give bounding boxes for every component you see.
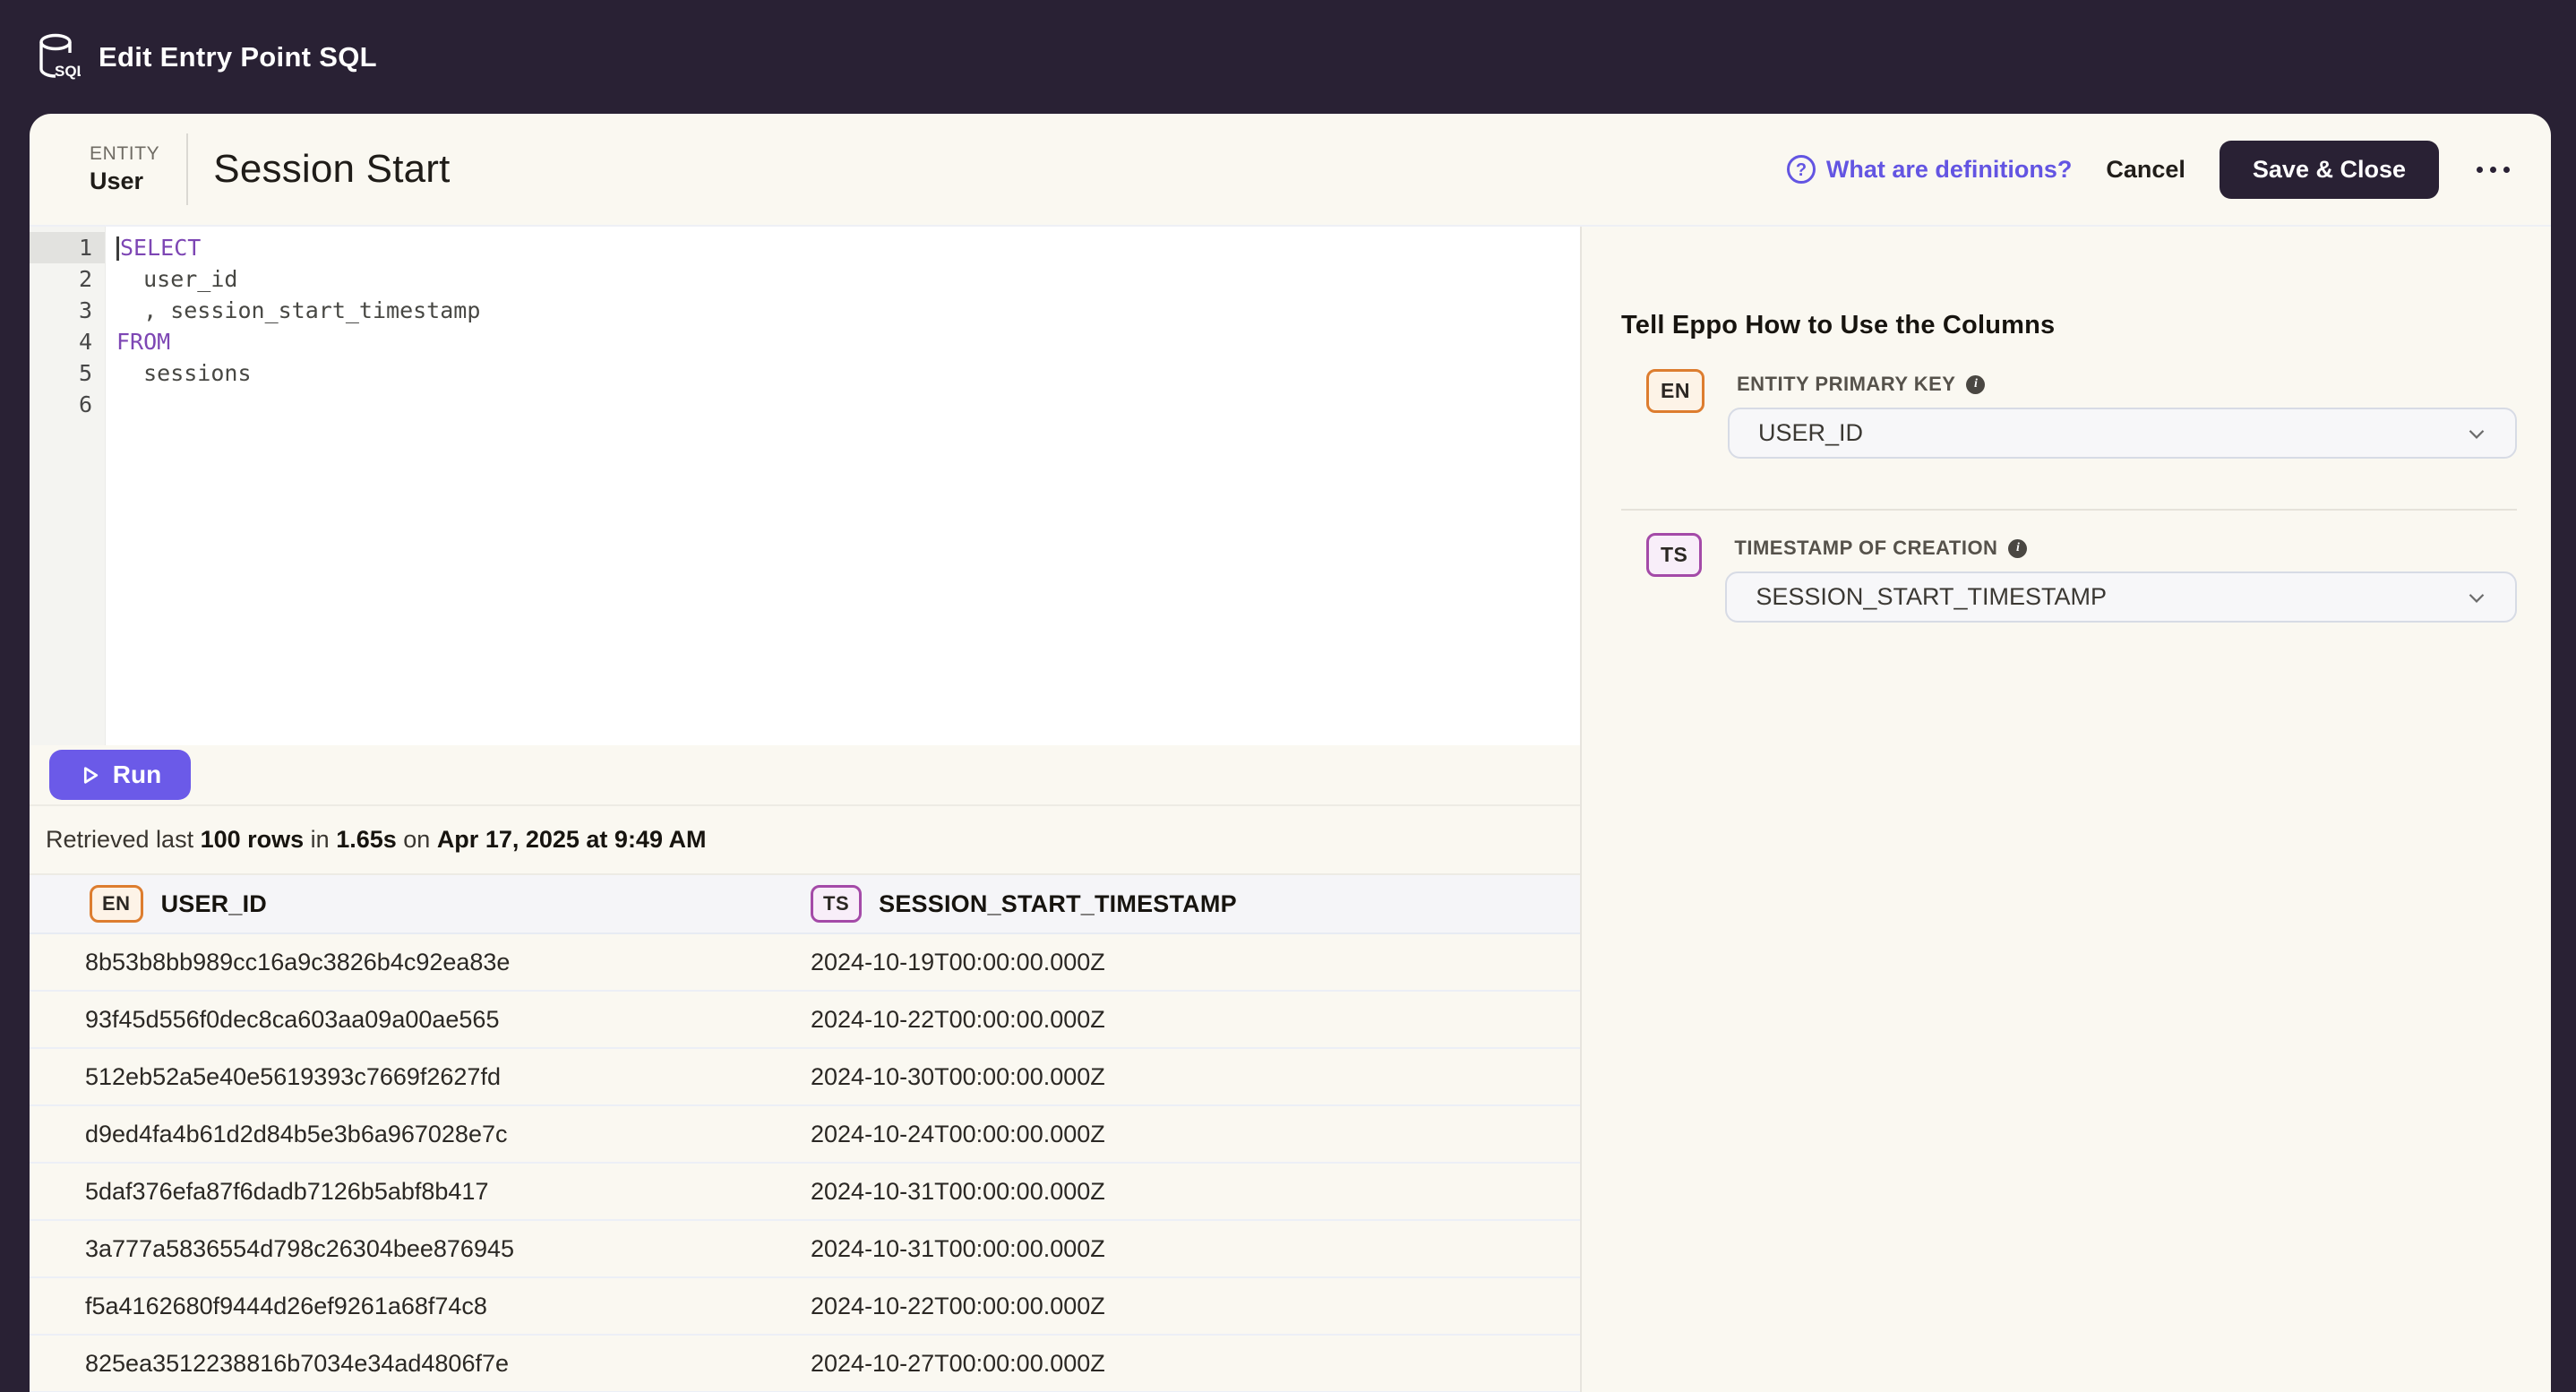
help-link-label: What are definitions? [1826,156,2073,184]
table-row[interactable]: 93f45d556f0dec8ca603aa09a00ae565 2024-10-… [30,992,1580,1049]
column-label: USER_ID [161,890,267,918]
timestamp-cell: 2024-10-31T00:00:00.000Z [811,1178,1105,1206]
user-id-cell: 93f45d556f0dec8ca603aa09a00ae565 [85,1006,499,1034]
page: SQL Edit Entry Point SQL ENTITY User Ses… [0,0,2576,1392]
header-divider [186,133,188,205]
editor-code[interactable]: SELECT user_id , session_start_timestamp… [106,227,1580,745]
user-id-cell: f5a4162680f9444d26ef9261a68f74c8 [85,1293,487,1320]
run-toolbar: Run [30,745,1580,806]
column-header-user-id[interactable]: EN USER_ID [30,885,267,923]
timestamp-cell: 2024-10-22T00:00:00.000Z [811,1006,1105,1034]
save-close-button[interactable]: Save & Close [2220,141,2439,199]
field-label: ENTITY PRIMARY KEY [1737,373,1956,396]
what-are-definitions-link[interactable]: ? What are definitions? [1786,154,2073,185]
user-id-cell: 825ea3512238816b7034e34ad4806f7e [85,1350,509,1378]
field-label: TIMESTAMP OF CREATION [1734,537,1997,560]
timestamp-cell: 2024-10-22T00:00:00.000Z [811,1293,1105,1320]
sql-database-icon: SQL [34,32,81,82]
user-id-cell: 512eb52a5e40e5619393c7669f2627fd [85,1063,501,1091]
query-status-bar: Retrieved last 100 rows in 1.65s on Apr … [30,806,1580,875]
table-row[interactable]: f5a4162680f9444d26ef9261a68f74c8 2024-10-… [30,1278,1580,1336]
sql-section: 123456 SELECT user_id , session_start_ti… [30,227,1582,1392]
table-row[interactable]: 512eb52a5e40e5619393c7669f2627fd 2024-10-… [30,1049,1580,1106]
timestamp-cell: 2024-10-30T00:00:00.000Z [811,1063,1105,1091]
timestamp-type-badge: TS [1646,533,1702,577]
timestamp-cell: 2024-10-19T00:00:00.000Z [811,949,1105,976]
code-line[interactable] [116,389,1580,420]
timestamp-cell: 2024-10-31T00:00:00.000Z [811,1235,1105,1263]
user-id-cell: 8b53b8bb989cc16a9c3826b4c92ea83e [85,949,510,976]
column-mapping-panel: Tell Eppo How to Use the Columns EN ENTI… [1582,227,2551,1392]
table-row[interactable]: 3a777a5836554d798c26304bee876945 2024-10-… [30,1221,1580,1278]
ellipsis-icon [2490,167,2496,173]
info-icon[interactable]: i [2008,539,2027,558]
code-line[interactable]: user_id [116,263,1580,295]
page-title: Edit Entry Point SQL [99,41,377,73]
table-row[interactable]: 8b53b8bb989cc16a9c3826b4c92ea83e 2024-10-… [30,934,1580,992]
entity-value: User [90,168,159,195]
code-line[interactable]: FROM [116,326,1580,357]
entity-label: ENTITY [90,143,159,165]
results-table-header: EN USER_ID TS SESSION_START_TIMESTAMP [30,875,1580,934]
cancel-button[interactable]: Cancel [2106,156,2185,184]
table-row[interactable]: 5daf376efa87f6dadb7126b5abf8b417 2024-10-… [30,1164,1580,1221]
play-icon [79,764,101,786]
line-number: 6 [30,389,105,420]
timestamp-type-badge: TS [811,885,862,923]
text-cursor [116,236,119,261]
header-actions: ? What are definitions? Cancel Save & Cl… [1786,141,2513,199]
selected-value: USER_ID [1758,419,1863,447]
status-text: Retrieved last 100 rows in 1.65s on Apr … [46,826,706,854]
user-id-cell: d9ed4fa4b61d2d84b5e3b6a967028e7c [85,1121,508,1148]
line-number: 4 [30,326,105,357]
column-header-session-start-timestamp[interactable]: TS SESSION_START_TIMESTAMP [811,885,1237,923]
user-id-cell: 5daf376efa87f6dadb7126b5abf8b417 [85,1178,488,1206]
table-body: 8b53b8bb989cc16a9c3826b4c92ea83e 2024-10-… [30,934,1580,1392]
entity-type-badge: EN [1646,369,1704,413]
selected-value: SESSION_START_TIMESTAMP [1756,583,2107,611]
panel-heading: Tell Eppo How to Use the Columns [1621,311,2517,340]
chevron-down-icon [2463,584,2490,611]
user-id-cell: 3a777a5836554d798c26304bee876945 [85,1235,514,1263]
chevron-down-icon [2463,420,2490,447]
ellipsis-icon [2477,167,2483,173]
line-number: 2 [30,263,105,295]
table-row[interactable]: 825ea3512238816b7034e34ad4806f7e 2024-10-… [30,1336,1580,1392]
card-header: ENTITY User Session Start ? What are def… [30,114,2551,227]
line-number: 3 [30,295,105,326]
info-icon[interactable]: i [1966,375,1985,394]
column-label: SESSION_START_TIMESTAMP [879,890,1237,918]
code-line[interactable]: SELECT [116,232,1580,263]
timestamp-of-creation-field: TS TIMESTAMP OF CREATION i SESSION_START… [1621,533,2517,623]
panel-divider [1621,509,2517,511]
entity-type-badge: EN [90,885,143,923]
code-line[interactable]: , session_start_timestamp [116,295,1580,326]
question-circle-icon: ? [1786,154,1816,185]
entity-block: ENTITY User [90,143,159,195]
timestamp-cell: 2024-10-24T00:00:00.000Z [811,1121,1105,1148]
more-options-button[interactable] [2473,158,2513,182]
run-button-label: Run [113,760,161,789]
editor-gutter: 123456 [30,227,106,745]
entity-primary-key-select[interactable]: USER_ID [1728,408,2517,459]
top-bar: SQL Edit Entry Point SQL [0,0,2576,114]
code-line[interactable]: sessions [116,357,1580,389]
definition-title: Session Start [213,147,450,192]
run-button[interactable]: Run [49,750,191,800]
table-row[interactable]: d9ed4fa4b61d2d84b5e3b6a967028e7c 2024-10-… [30,1106,1580,1164]
ellipsis-icon [2503,167,2510,173]
timestamp-of-creation-select[interactable]: SESSION_START_TIMESTAMP [1725,571,2517,623]
line-number: 1 [30,232,105,263]
entity-primary-key-field: EN ENTITY PRIMARY KEY i USER_ID [1621,369,2517,459]
sql-editor[interactable]: 123456 SELECT user_id , session_start_ti… [30,227,1580,745]
card-body: 123456 SELECT user_id , session_start_ti… [30,227,2551,1392]
timestamp-cell: 2024-10-27T00:00:00.000Z [811,1350,1105,1378]
svg-text:SQL: SQL [55,63,81,80]
line-number: 5 [30,357,105,389]
edit-sql-card: ENTITY User Session Start ? What are def… [30,114,2551,1392]
svg-text:?: ? [1796,160,1807,180]
